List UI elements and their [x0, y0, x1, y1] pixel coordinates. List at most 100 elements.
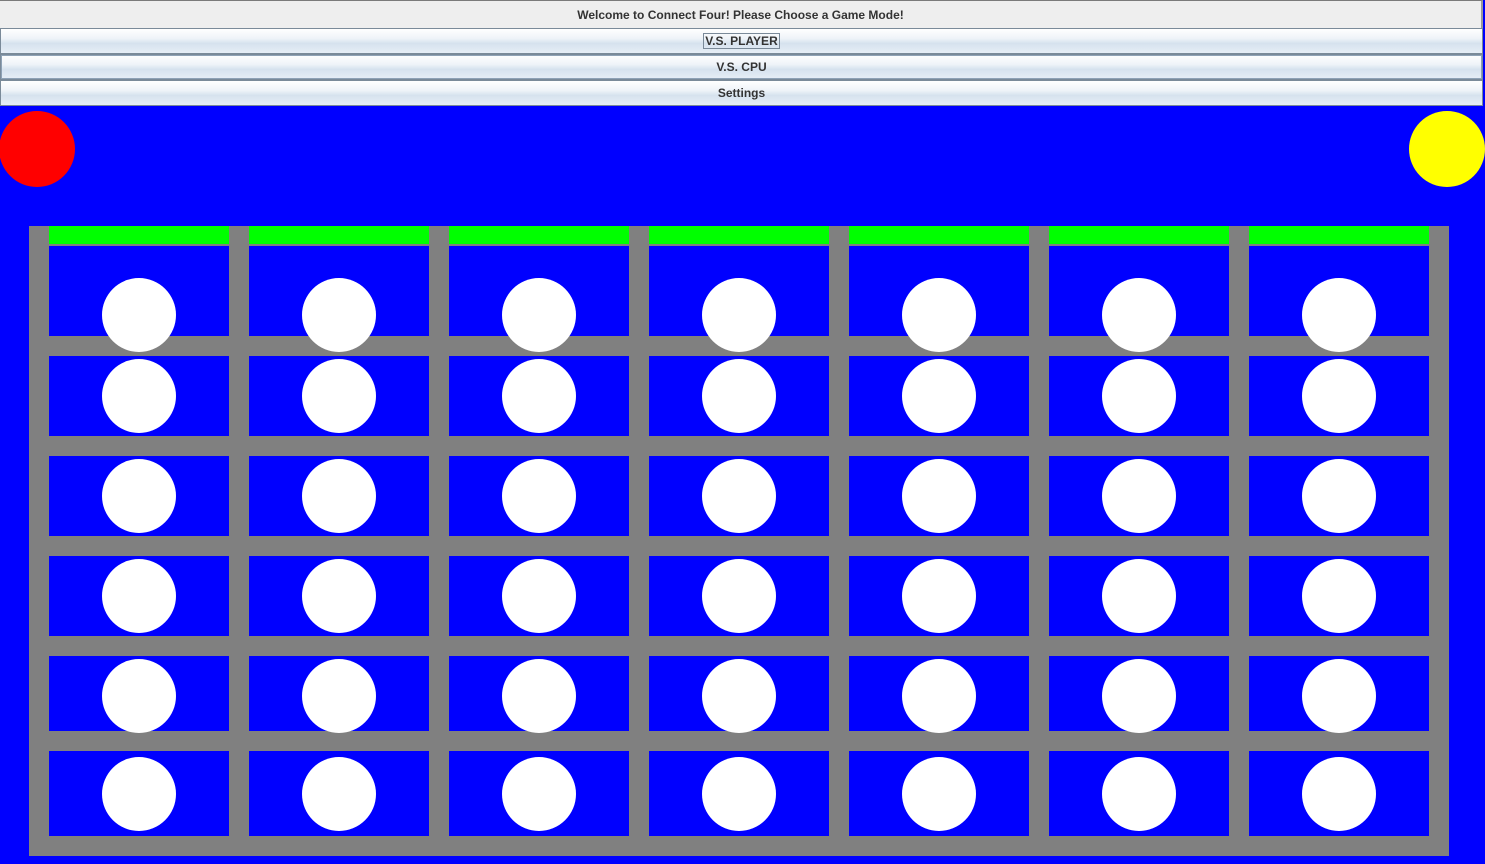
board-slot: [702, 559, 776, 633]
board-cell-r3-c5[interactable]: [849, 456, 1029, 536]
board-slot: [302, 278, 376, 352]
board-cell-r1-c5[interactable]: [849, 246, 1029, 352]
column-drop-indicator-1[interactable]: [49, 226, 229, 244]
settings-label: Settings: [717, 86, 766, 100]
board-cell-r5-c5[interactable]: [849, 656, 1029, 733]
column-drop-indicator-7[interactable]: [1249, 226, 1429, 244]
board-slot: [702, 757, 776, 831]
board-slot: [1102, 559, 1176, 633]
board-cell-r5-c6[interactable]: [1049, 656, 1229, 733]
board-cell-r6-c7[interactable]: [1249, 751, 1429, 836]
board-cell-r3-c2[interactable]: [249, 456, 429, 536]
board-slot: [702, 278, 776, 352]
vs-player-button[interactable]: V.S. PLAYER: [0, 28, 1483, 54]
board-slot: [302, 359, 376, 433]
column-drop-indicator-5[interactable]: [849, 226, 1029, 244]
board-cell-r1-c2[interactable]: [249, 246, 429, 352]
board-slot: [302, 459, 376, 533]
board-slot: [502, 659, 576, 733]
board-slot: [302, 659, 376, 733]
board-cell-r4-c6[interactable]: [1049, 556, 1229, 636]
board-cell-r5-c2[interactable]: [249, 656, 429, 733]
board-slot: [102, 559, 176, 633]
board-slot: [1102, 659, 1176, 733]
settings-button[interactable]: Settings: [0, 80, 1483, 106]
player-two-yellow-token: [1409, 111, 1485, 187]
board-slot: [1302, 278, 1376, 352]
board-cell-r2-c4[interactable]: [649, 356, 829, 436]
board-slot: [902, 359, 976, 433]
board-cell-r6-c1[interactable]: [49, 751, 229, 836]
board-cell-r4-c1[interactable]: [49, 556, 229, 636]
column-drop-indicator-6[interactable]: [1049, 226, 1229, 244]
board-cell-r4-c5[interactable]: [849, 556, 1029, 636]
board-cell-r2-c1[interactable]: [49, 356, 229, 436]
board-cell-r1-c4[interactable]: [649, 246, 829, 352]
board-slot: [902, 559, 976, 633]
board-slot: [1102, 278, 1176, 352]
board-cell-r1-c6[interactable]: [1049, 246, 1229, 352]
vs-cpu-button[interactable]: V.S. CPU: [0, 54, 1483, 80]
board-slot: [1302, 659, 1376, 733]
board-cell-r4-c3[interactable]: [449, 556, 629, 636]
board-cell-r5-c1[interactable]: [49, 656, 229, 733]
board-cell-r3-c1[interactable]: [49, 456, 229, 536]
board-cell-r1-c1[interactable]: [49, 246, 229, 352]
board-cell-r2-c6[interactable]: [1049, 356, 1229, 436]
column-drop-indicator-3[interactable]: [449, 226, 629, 244]
board-slot: [1302, 757, 1376, 831]
board-slot: [702, 659, 776, 733]
board-cell-r2-c7[interactable]: [1249, 356, 1429, 436]
board-slot: [1102, 459, 1176, 533]
board-cell-r5-c3[interactable]: [449, 656, 629, 733]
column-drop-indicator-4[interactable]: [649, 226, 829, 244]
board-slot: [1102, 359, 1176, 433]
board-cell-r6-c6[interactable]: [1049, 751, 1229, 836]
board-cell-r5-c7[interactable]: [1249, 656, 1429, 733]
board-cell-r5-c4[interactable]: [649, 656, 829, 733]
board-slot: [1302, 359, 1376, 433]
board-slot: [302, 757, 376, 831]
board-slot: [1302, 559, 1376, 633]
board-slot: [902, 757, 976, 831]
board-cell-r2-c5[interactable]: [849, 356, 1029, 436]
board-slot: [902, 278, 976, 352]
board-slot: [502, 559, 576, 633]
welcome-text: Welcome to Connect Four! Please Choose a…: [577, 7, 904, 22]
board-slot: [102, 459, 176, 533]
board-cell-r3-c4[interactable]: [649, 456, 829, 536]
board-slot: [702, 459, 776, 533]
board-cell-r3-c3[interactable]: [449, 456, 629, 536]
board-slot: [302, 559, 376, 633]
board-cell-r4-c4[interactable]: [649, 556, 829, 636]
vs-player-label: V.S. PLAYER: [703, 33, 780, 49]
board-slot: [102, 757, 176, 831]
board-slot: [502, 459, 576, 533]
board-cell-r3-c7[interactable]: [1249, 456, 1429, 536]
board-cell-r4-c2[interactable]: [249, 556, 429, 636]
board-slot: [502, 757, 576, 831]
board-cell-r1-c7[interactable]: [1249, 246, 1429, 352]
board-cell-r6-c5[interactable]: [849, 751, 1029, 836]
board-slot: [1302, 459, 1376, 533]
game-board: [29, 226, 1449, 856]
board-slot: [102, 359, 176, 433]
board-cell-r6-c2[interactable]: [249, 751, 429, 836]
board-cell-r1-c3[interactable]: [449, 246, 629, 352]
board-slot: [502, 359, 576, 433]
board-slot: [702, 359, 776, 433]
player-one-red-token: [0, 111, 75, 187]
board-slot: [102, 278, 176, 352]
board-cell-r3-c6[interactable]: [1049, 456, 1229, 536]
board-cell-r6-c4[interactable]: [649, 751, 829, 836]
board-cell-r2-c3[interactable]: [449, 356, 629, 436]
board-slot: [102, 659, 176, 733]
connect-four-window: Welcome to Connect Four! Please Choose a…: [0, 0, 1485, 864]
column-drop-indicator-2[interactable]: [249, 226, 429, 244]
board-slot: [502, 278, 576, 352]
vs-cpu-label: V.S. CPU: [716, 60, 767, 74]
board-cell-r2-c2[interactable]: [249, 356, 429, 436]
board-cell-r6-c3[interactable]: [449, 751, 629, 836]
board-cell-r4-c7[interactable]: [1249, 556, 1429, 636]
board-slot: [902, 459, 976, 533]
